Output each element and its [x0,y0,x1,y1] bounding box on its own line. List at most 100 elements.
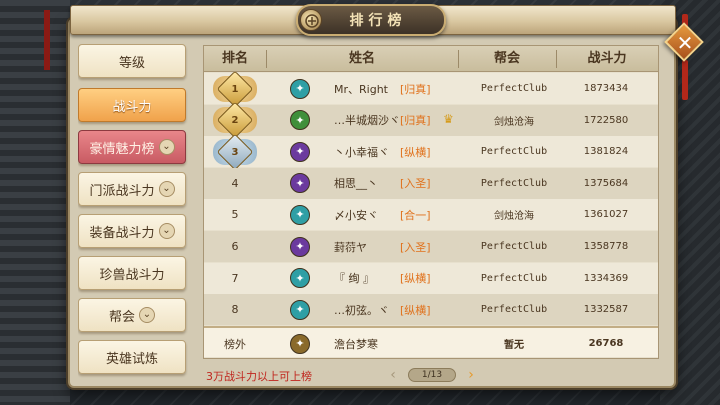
combat-power: 1381824 [583,146,629,158]
tab-label: 装备战斗力 [89,225,155,241]
realm-tag: [归真] [400,82,431,96]
player-name-text: 『 绚 』 [334,272,374,286]
player-name: 澹台梦寒 [312,328,432,359]
combat-power: 1361027 [583,209,629,221]
tab-label: 战斗力 [112,99,152,115]
tab-4[interactable]: 装备战斗力 ⌄ [78,214,186,248]
tab-5[interactable]: 珍兽战斗力 [78,256,186,290]
player-name-text: …半城烟沙ヾ [334,114,400,128]
table-row[interactable]: 7 ✦ 『 绚 』 [纵横] PerfectClub 1334369 [204,262,658,294]
faction-emblem-icon: ✦ [290,78,310,99]
guild-name: PerfectClub [480,177,548,189]
col-guild-header: 帮会 [493,51,520,66]
realm-tag: [纵横] [400,303,431,317]
red-post [44,10,50,70]
rank-number: 6 [231,240,239,253]
tab-label: 英雄试炼 [105,351,158,367]
rank-number: 5 [231,208,239,222]
combat-power: 1332587 [583,304,629,316]
guild-name: PerfectClub [480,146,548,158]
rank-number: 榜外 [224,337,246,351]
tab-3[interactable]: 门派战斗力 ⌄ [78,172,186,206]
realm-tag: [入圣] [400,240,431,254]
footer-note: 3万战斗力以上可上榜 [206,370,312,383]
faction-emblem-icon: ✦ [290,204,310,225]
chevron-down-icon[interactable]: ⌄ [158,223,175,239]
player-name-text: 澹台梦寒 [334,337,378,351]
tab-2[interactable]: 豪情魅力榜 ⌄ [78,130,186,164]
player-name-text: …初弦。ヾ [334,303,389,317]
school-icon: ✦ [288,294,312,325]
realm-tag: [纵横] [400,145,431,159]
rank-medal: 1 [204,70,266,107]
emblem-icon [300,9,322,31]
ranking-table: 排名 姓名 帮会 战斗力 1 ✦ Mr、Right [归真] PerfectClub 18… [203,45,659,359]
combat-power: 1358778 [583,241,629,252]
tab-6[interactable]: 帮会 ⌄ [78,298,186,332]
col-power-header: 战斗力 [587,51,627,66]
player-name-text: 〆小安ヾ [334,208,378,222]
prev-page-button[interactable]: ‹ [386,366,400,384]
table-row[interactable]: 6 ✦ 葑葕ヤ [入圣] PerfectClub 1358778 [204,231,658,262]
guild-name: 暂无 [504,340,524,351]
table-row[interactable]: 2 ✦ …半城烟沙ヾ [归真] ♛ 剑烛沧海 1722580 [204,101,658,139]
rank-medal: 3 [204,133,266,171]
table-row[interactable]: 5 ✦ 〆小安ヾ [合一] 剑烛沧海 1361027 [204,199,658,231]
tab-label: 门派战斗力 [89,183,155,199]
chevron-down-icon[interactable]: ⌄ [158,181,175,197]
tab-0[interactable]: 等级 [78,44,186,78]
combat-power: 1722580 [583,114,629,126]
chevron-down-icon[interactable]: ⌄ [139,307,155,323]
table-row[interactable]: 8 ✦ …初弦。ヾ [纵横] PerfectClub 1332587 [204,294,658,326]
tab-label: 珍兽战斗力 [99,267,165,283]
chevron-down-icon[interactable]: ⌄ [158,139,175,155]
medal-badge: 1 [213,70,257,107]
guild-name: 剑烛沧海 [494,211,534,223]
category-tabs: 等级 战斗力 豪情魅力榜 ⌄ 门派战斗力 ⌄ 装备战斗力 ⌄ 珍兽战斗力 帮会 ⌄ 英雄试炼 [78,44,188,382]
school-icon: ✦ [288,105,312,136]
col-rank-header: 排名 [221,51,248,66]
faction-emblem-icon: ✦ [290,299,310,320]
rank-medal: 2 [204,101,266,139]
my-rank-row[interactable]: 榜外 ✦ 澹台梦寒 暂无 26768 [204,326,658,357]
rank-number: 3 [231,146,239,158]
tab-7[interactable]: 英雄试炼 [78,340,186,374]
rank-number: 2 [231,114,239,126]
tab-1[interactable]: 战斗力 [78,88,186,122]
close-icon[interactable]: ✕ [671,29,699,57]
crown-icon: ♛ [443,111,454,126]
roof-left [0,0,70,405]
rank-number: 4 [231,176,239,190]
faction-emblem-icon: ✦ [290,110,310,131]
rank-number: 1 [231,83,239,94]
next-page-button[interactable]: › [464,366,478,384]
player-name-text: Mr、Right [334,82,388,96]
table-row[interactable]: 3 ✦ 丶小幸福ヾ [纵横] PerfectClub 1381824 [204,133,658,171]
realm-tag: [合一] [400,208,431,222]
combat-power: 26768 [588,338,624,349]
tab-label: 帮会 [108,309,135,325]
school-icon: ✦ [288,199,312,230]
school-icon: ✦ [288,263,312,294]
school-icon: ✦ [288,73,312,104]
faction-emblem-icon: ✦ [290,236,310,257]
school-icon: ✦ [288,328,312,359]
player-name-text: 丶小幸福ヾ [334,145,389,159]
school-icon: ✦ [288,168,312,199]
guild-name: PerfectClub [480,241,548,252]
col-name-header: 姓名 [348,51,375,66]
table-row[interactable]: 1 ✦ Mr、Right [归真] PerfectClub 1873434 [204,70,658,107]
realm-tag: [入圣] [400,177,431,191]
realm-tag: [纵横] [400,272,431,286]
rank-number: 8 [231,303,239,317]
guild-name: PerfectClub [480,304,548,316]
tassel-decoration [682,60,688,100]
school-icon: ✦ [288,231,312,262]
table-row[interactable]: 4 ✦ 相思__丶 [入圣] PerfectClub 1375684 [204,167,658,199]
combat-power: 1375684 [583,177,629,189]
player-name-text: 相思__丶 [334,177,378,191]
guild-name: PerfectClub [480,83,548,94]
player-name-text: 葑葕ヤ [334,240,367,254]
tab-label: 豪情魅力榜 [89,141,155,157]
rank-number: 7 [231,271,239,285]
